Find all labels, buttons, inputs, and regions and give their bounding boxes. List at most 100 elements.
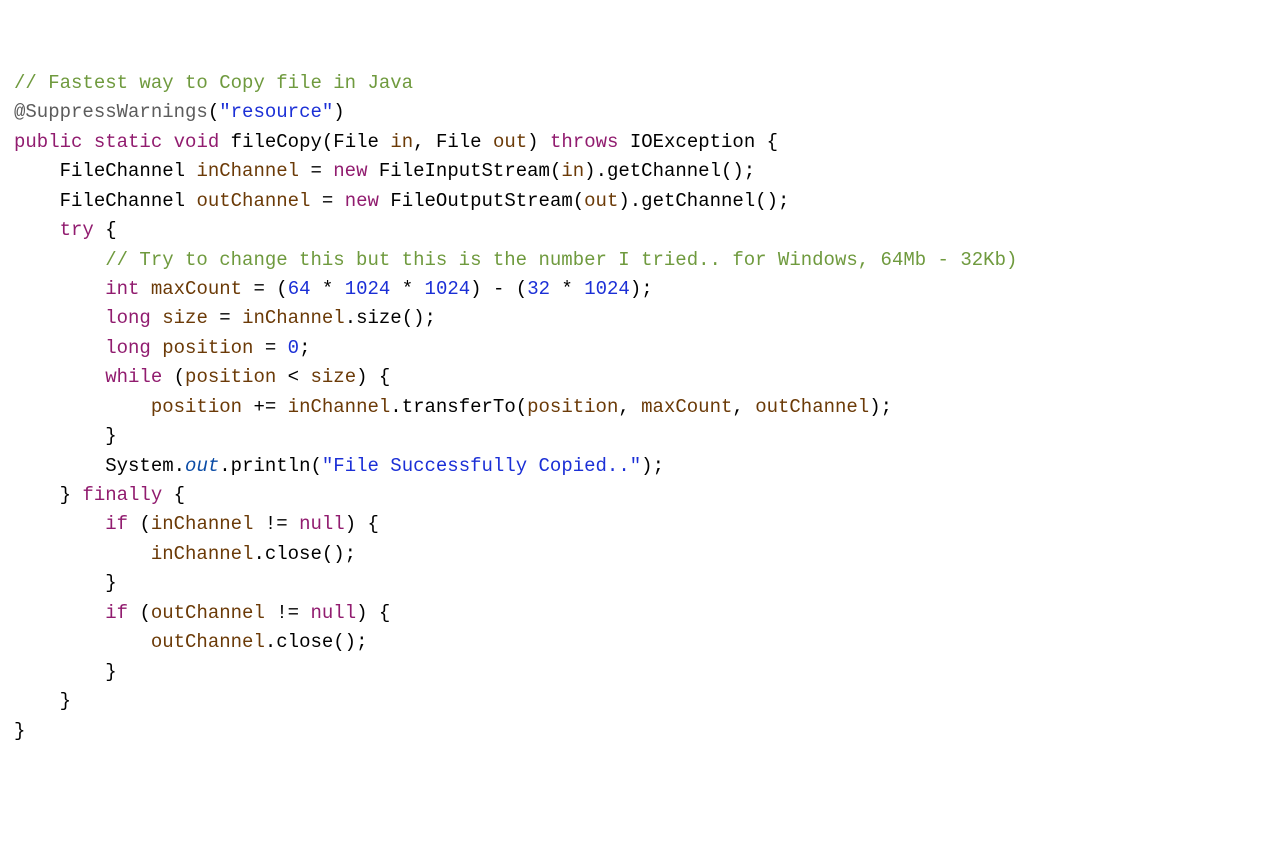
punct: ) — [618, 190, 629, 212]
punct: , — [618, 396, 641, 418]
punct: = — [253, 278, 264, 300]
punct: ; — [345, 543, 356, 565]
punct: = — [265, 337, 276, 359]
token: 64 — [288, 278, 311, 300]
token: FileOutputStream — [390, 190, 572, 212]
token: int — [105, 278, 139, 300]
punct: ( — [139, 513, 150, 535]
token: // Try to change this but this is the nu… — [105, 249, 1017, 271]
punct: ; — [881, 396, 892, 418]
punct: ) — [641, 455, 652, 477]
token: maxCount — [151, 278, 242, 300]
punct: * — [561, 278, 572, 300]
punct: { — [767, 131, 778, 153]
punct: ; — [641, 278, 652, 300]
token: if — [105, 513, 128, 535]
punct: } — [105, 661, 116, 683]
punct: ( — [276, 278, 287, 300]
punct: * — [402, 278, 413, 300]
token: new — [333, 160, 367, 182]
token: outChannel — [196, 190, 310, 212]
token: if — [105, 602, 128, 624]
token: new — [345, 190, 379, 212]
token: outChannel — [151, 602, 265, 624]
token: out — [493, 131, 527, 153]
token: 1024 — [425, 278, 471, 300]
token: long — [105, 307, 151, 329]
punct: { — [105, 219, 116, 241]
token: public — [14, 131, 82, 153]
token: null — [299, 513, 345, 535]
token: inChannel — [196, 160, 299, 182]
punct: } — [14, 720, 25, 742]
token: static — [94, 131, 162, 153]
token: position — [162, 337, 253, 359]
token: size — [162, 307, 208, 329]
token: fileCopy — [231, 131, 322, 153]
token: position — [185, 366, 276, 388]
token: System — [105, 455, 173, 477]
punct: ; — [425, 307, 436, 329]
punct: } — [60, 690, 71, 712]
token: 1024 — [345, 278, 391, 300]
token: .transferTo( — [390, 396, 527, 418]
token: maxCount — [641, 396, 732, 418]
punct: ) — [630, 278, 641, 300]
punct: ) — [345, 513, 356, 535]
punct: ( — [322, 131, 333, 153]
java-code-block: // Fastest way to Copy file in Java @Sup… — [14, 69, 1262, 746]
punct: . — [174, 455, 185, 477]
punct: ; — [653, 455, 664, 477]
token: IOException — [630, 131, 755, 153]
punct: ; — [778, 190, 789, 212]
token: .close() — [253, 543, 344, 565]
token: .getChannel() — [630, 190, 778, 212]
punct: } — [105, 425, 116, 447]
punct: ( — [139, 602, 150, 624]
token: out — [185, 455, 219, 477]
token: outChannel — [151, 631, 265, 653]
token: inChannel — [288, 396, 391, 418]
token: .close() — [265, 631, 356, 653]
token: position — [151, 396, 242, 418]
punct: != — [265, 513, 288, 535]
punct: } — [60, 484, 71, 506]
token: 32 — [527, 278, 550, 300]
token: // Fastest way to Copy file in Java — [14, 72, 413, 94]
punct: ( — [208, 101, 219, 123]
token: .println( — [219, 455, 322, 477]
punct: { — [379, 602, 390, 624]
token: inChannel — [151, 543, 254, 565]
punct: { — [379, 366, 390, 388]
punct: ( — [573, 190, 584, 212]
punct: != — [276, 602, 299, 624]
punct: ( — [516, 278, 527, 300]
token: size — [310, 366, 356, 388]
token: outChannel — [755, 396, 869, 418]
token: FileInputStream — [379, 160, 550, 182]
token: long — [105, 337, 151, 359]
token: FileChannel — [60, 190, 185, 212]
token: "resource" — [219, 101, 333, 123]
token: in — [390, 131, 413, 153]
token: "File Successfully Copied.." — [322, 455, 641, 477]
token: File — [333, 131, 379, 153]
punct: } — [105, 572, 116, 594]
punct: ) — [333, 101, 344, 123]
token: throws — [550, 131, 618, 153]
punct: ; — [299, 337, 310, 359]
token: FileChannel — [60, 160, 185, 182]
punct: { — [368, 513, 379, 535]
punct: , — [413, 131, 436, 153]
token: while — [105, 366, 162, 388]
punct: , — [732, 396, 755, 418]
token: 1024 — [584, 278, 630, 300]
token: inChannel — [242, 307, 345, 329]
punct: += — [253, 396, 276, 418]
punct: - — [493, 278, 504, 300]
punct: ; — [356, 631, 367, 653]
punct: ) — [584, 160, 595, 182]
punct: ) — [470, 278, 481, 300]
punct: = — [219, 307, 230, 329]
token: .getChannel() — [596, 160, 744, 182]
